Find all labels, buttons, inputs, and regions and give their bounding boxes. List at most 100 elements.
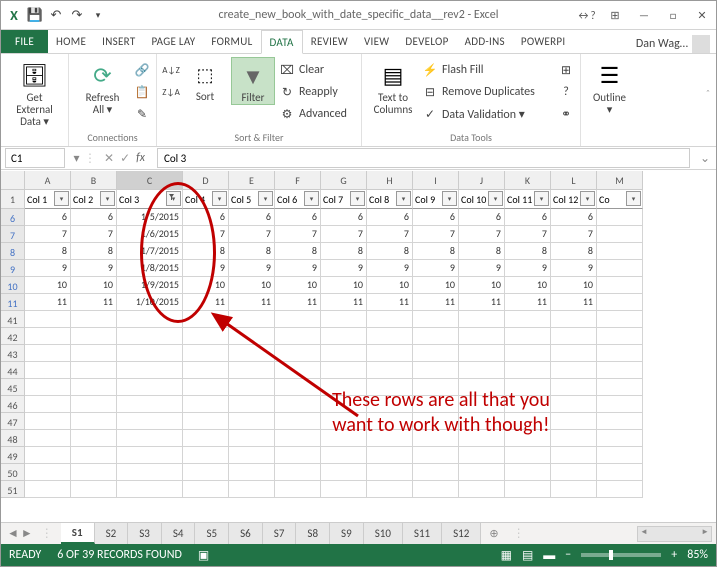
filter-dropdown-icon[interactable]: ▾ (304, 191, 319, 206)
cell[interactable] (25, 481, 71, 498)
cell[interactable] (275, 311, 321, 328)
filter-dropdown-icon[interactable]: ▾ (350, 191, 365, 206)
cell[interactable] (229, 396, 275, 413)
consolidate-btn[interactable]: ⊞ (558, 60, 574, 80)
cell[interactable] (413, 362, 459, 379)
row-header-9[interactable]: 9 (1, 260, 25, 277)
cell[interactable]: 10 (551, 277, 597, 294)
cell[interactable] (321, 396, 367, 413)
cell[interactable]: 10 (505, 277, 551, 294)
cell[interactable]: 7 (25, 226, 71, 243)
cell[interactable]: 10 (321, 277, 367, 294)
sheet-tab-S3[interactable]: S3 (128, 523, 162, 544)
filter-dropdown-icon[interactable]: ▾ (100, 191, 115, 206)
cell[interactable] (367, 362, 413, 379)
cell[interactable]: 8 (71, 243, 117, 260)
cell[interactable] (597, 209, 643, 226)
cell[interactable]: 8 (505, 243, 551, 260)
filter-dropdown-icon[interactable]: ▾ (54, 191, 69, 206)
cell[interactable] (183, 430, 229, 447)
cell[interactable] (597, 430, 643, 447)
cell[interactable] (505, 464, 551, 481)
cell[interactable]: 9 (275, 260, 321, 277)
cell[interactable] (229, 311, 275, 328)
cell[interactable] (505, 311, 551, 328)
row-header-11[interactable]: 11 (1, 294, 25, 311)
filter-dropdown-icon[interactable]: ▾ (166, 191, 181, 206)
row-header-10[interactable]: 10 (1, 277, 25, 294)
cell[interactable] (459, 447, 505, 464)
cell[interactable]: 7 (551, 226, 597, 243)
col-header-L[interactable]: L (551, 171, 597, 190)
macro-record-icon[interactable]: ▣ (198, 548, 209, 563)
flash-fill-btn[interactable]: ⚡Flash Fill (422, 60, 554, 80)
cell[interactable] (183, 379, 229, 396)
cell[interactable] (117, 396, 183, 413)
cell[interactable] (413, 464, 459, 481)
zoom-in-btn[interactable]: + (671, 548, 677, 562)
tab-insert[interactable]: INSERT (94, 29, 143, 53)
cell[interactable]: 8 (25, 243, 71, 260)
cell[interactable] (71, 481, 117, 498)
cell[interactable]: 9 (505, 260, 551, 277)
sheet-tab-S6[interactable]: S6 (229, 523, 263, 544)
cell[interactable]: 7 (275, 226, 321, 243)
cell[interactable] (551, 464, 597, 481)
cell[interactable] (367, 447, 413, 464)
cell[interactable] (367, 311, 413, 328)
cell[interactable]: 10 (183, 277, 229, 294)
cell[interactable]: 9 (25, 260, 71, 277)
header-cell[interactable]: Col 2▾ (71, 190, 117, 209)
cell[interactable] (71, 345, 117, 362)
cell[interactable] (25, 311, 71, 328)
cell[interactable] (413, 481, 459, 498)
header-cell[interactable]: Col 6▾ (275, 190, 321, 209)
edit-links-btn[interactable]: ✎ (134, 104, 150, 124)
cell[interactable]: 7 (229, 226, 275, 243)
cell[interactable] (597, 311, 643, 328)
header-cell[interactable]: Col 10▾ (459, 190, 505, 209)
cell[interactable]: 10 (25, 277, 71, 294)
filter-dropdown-icon[interactable]: ▾ (212, 191, 227, 206)
cell[interactable] (275, 328, 321, 345)
cell[interactable] (459, 362, 505, 379)
cell[interactable]: 11 (367, 294, 413, 311)
reapply-btn[interactable]: ↻Reapply (279, 82, 355, 102)
cell[interactable] (229, 345, 275, 362)
cell[interactable]: 6 (275, 209, 321, 226)
cell[interactable] (597, 362, 643, 379)
cell[interactable] (321, 481, 367, 498)
cell[interactable] (275, 379, 321, 396)
cell[interactable]: 9 (459, 260, 505, 277)
cell[interactable] (551, 396, 597, 413)
cell[interactable] (413, 430, 459, 447)
cell[interactable]: 8 (183, 243, 229, 260)
cell[interactable] (321, 447, 367, 464)
advanced-filter-btn[interactable]: ⚙Advanced (279, 104, 355, 124)
tab-formulas[interactable]: FORMUL (203, 29, 260, 53)
cell[interactable] (25, 328, 71, 345)
header-cell[interactable]: Col 12▾ (551, 190, 597, 209)
cell[interactable]: 9 (367, 260, 413, 277)
cell[interactable] (183, 481, 229, 498)
cell[interactable]: 8 (551, 243, 597, 260)
cell[interactable] (505, 328, 551, 345)
cell[interactable]: 10 (71, 277, 117, 294)
cell[interactable] (597, 294, 643, 311)
cell[interactable]: 10 (459, 277, 505, 294)
zoom-slider[interactable] (581, 553, 661, 557)
fx-insert-icon[interactable]: fx (136, 151, 145, 166)
row-header-43[interactable]: 43 (1, 345, 25, 362)
cell[interactable] (321, 430, 367, 447)
relationships-btn[interactable]: ⚭ (558, 104, 574, 124)
cell[interactable] (459, 396, 505, 413)
cell[interactable] (321, 345, 367, 362)
cell[interactable] (71, 396, 117, 413)
cell[interactable]: 8 (459, 243, 505, 260)
cell[interactable]: 6 (459, 209, 505, 226)
filter-dropdown-icon[interactable]: ▾ (534, 191, 549, 206)
cell[interactable] (275, 430, 321, 447)
sheet-tab-S10[interactable]: S10 (364, 523, 403, 544)
row-header-8[interactable]: 8 (1, 243, 25, 260)
cell[interactable] (25, 413, 71, 430)
